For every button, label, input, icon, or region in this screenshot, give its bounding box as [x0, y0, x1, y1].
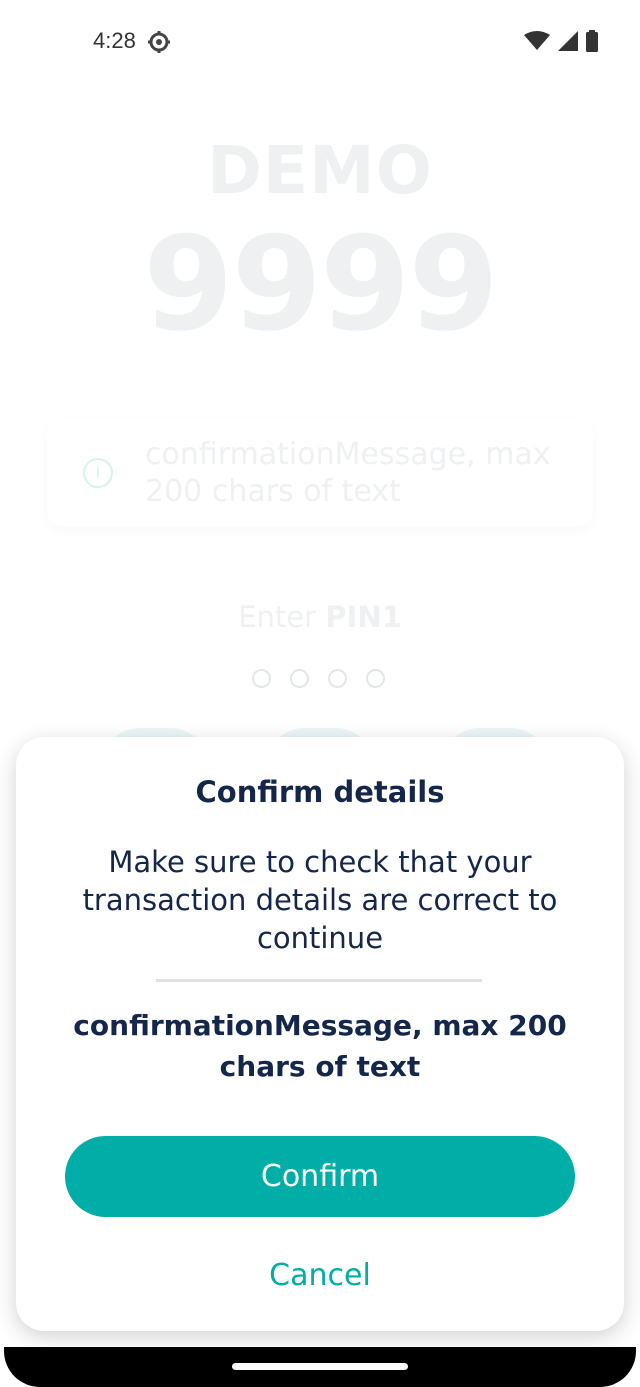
home-gesture-handle[interactable]	[232, 1363, 408, 1370]
merchant-title: DEMO	[207, 132, 433, 209]
pin-dot	[290, 669, 309, 688]
confirmation-message: confirmationMessage, max 200 chars of te…	[73, 1009, 567, 1083]
info-card-message: confirmationMessage, max 200 chars of te…	[145, 437, 551, 509]
pin-dot	[328, 669, 347, 688]
divider	[156, 979, 482, 982]
pin-dot	[366, 669, 385, 688]
info-card: i confirmationMessage, max 200 chars of …	[47, 420, 593, 526]
dialog-description: Make sure to check that your transaction…	[82, 845, 558, 955]
amount-display: 9999	[143, 208, 499, 360]
confirm-button[interactable]: Confirm	[65, 1136, 575, 1217]
pin-prompt-label: PIN1	[325, 600, 402, 634]
confirm-details-dialog: Confirm details Make sure to check that …	[16, 737, 624, 1331]
cancel-button[interactable]: Cancel	[170, 1245, 470, 1305]
dialog-title: Confirm details	[195, 775, 445, 809]
pin-dots	[252, 669, 385, 688]
info-icon: i	[83, 458, 113, 488]
pin-prompt: Enter PIN1	[0, 600, 640, 634]
pin-dot	[252, 669, 271, 688]
pin-prompt-prefix: Enter	[238, 600, 317, 634]
navigation-bar	[4, 1347, 636, 1387]
